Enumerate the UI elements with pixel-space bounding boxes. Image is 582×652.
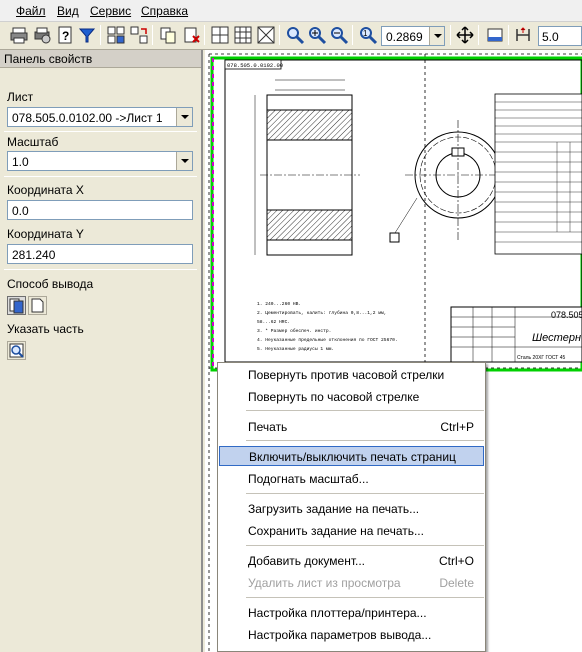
page-icon (31, 298, 44, 313)
pan-icon[interactable] (455, 25, 475, 45)
drawing-part-name: Шестерн (532, 332, 581, 344)
menu-rotate-cw[interactable]: Повернуть по часовой стрелке (219, 387, 484, 407)
page-layout-icon[interactable] (256, 25, 276, 45)
svg-text:1: 1 (363, 29, 368, 38)
pages-icon (9, 298, 24, 314)
arrange-sheets-icon[interactable] (106, 25, 126, 45)
select-part-button[interactable] (7, 341, 26, 360)
sheet-label: Лист (7, 90, 34, 104)
menu-service[interactable]: Сервис (90, 4, 131, 18)
menu-plotter-setup[interactable]: Настройка плоттера/принтера... (219, 603, 484, 623)
zoom-icon[interactable] (285, 25, 305, 45)
scale-label: Масштаб (7, 135, 59, 149)
menu-help[interactable]: Справка (141, 4, 188, 18)
menu-view[interactable]: Вид (57, 4, 79, 18)
output-method-label: Способ вывода (7, 277, 94, 291)
menu-add-document[interactable]: Добавить документ... Ctrl+O (219, 551, 484, 571)
coord-y-input[interactable]: 281.240 (7, 244, 193, 264)
menu-toggle-page-print[interactable]: Включить/выключить печать страниц (219, 446, 484, 466)
menu-save-print-job[interactable]: Сохранить задание на печать... (219, 521, 484, 541)
drawing-designation-rotated: 078.505.0.0102.00 (227, 62, 283, 69)
fit-sheet-icon[interactable] (210, 25, 230, 45)
help-icon[interactable]: ? (55, 25, 75, 45)
step-value-field[interactable]: 5.0 (538, 26, 582, 46)
grid-icon[interactable] (233, 25, 253, 45)
menu-fit-scale[interactable]: Подогнать масштаб... (219, 469, 484, 489)
zoom-value-field[interactable]: 0.2869 (381, 26, 445, 46)
properties-panel: Панель свойств Лист 078.505.0.0102.00 ->… (0, 50, 203, 652)
sheet-select[interactable]: 078.505.0.0102.00 ->Лист 1 (7, 107, 193, 127)
menu-bar: Файл Вид Сервис Справка (0, 0, 582, 22)
zoom-scale-icon[interactable]: 1 (358, 25, 378, 45)
zoom-area-icon (9, 343, 24, 358)
output-page-button[interactable] (28, 296, 47, 315)
chevron-down-icon[interactable] (429, 27, 444, 45)
menu-remove-sheet: Удалить лист из просмотра Delete (248, 576, 474, 590)
drawing-notes: 1. 240...260 НВ. 2. Цементировать, калит… (257, 301, 400, 352)
drawing-designation: 078.505 (551, 310, 582, 320)
menu-output-settings[interactable]: Настройка параметров вывода... (219, 625, 484, 645)
drawing-material: Сталь 20ХГ ГОСТ 45 (517, 355, 566, 361)
coord-y-label: Координата Y (7, 227, 84, 241)
context-menu: Повернуть против часовой стрелки Поверну… (217, 362, 486, 652)
delete-sheet-icon[interactable] (181, 25, 201, 45)
output-all-button[interactable] (7, 296, 26, 315)
chevron-down-icon[interactable] (176, 152, 192, 170)
filter-icon[interactable] (77, 25, 97, 45)
zoom-in-icon[interactable] (307, 25, 327, 45)
select-part-label: Указать часть (7, 322, 84, 336)
panel-title: Панель свойств (0, 50, 201, 68)
menu-load-print-job[interactable]: Загрузить задание на печать... (219, 499, 484, 519)
coord-x-label: Координата X (7, 183, 84, 197)
menu-rotate-ccw[interactable]: Повернуть против часовой стрелки (219, 365, 484, 385)
rotate-sheets-icon[interactable] (129, 25, 149, 45)
toolbar: ? 1 0.2869 5.0 (0, 22, 582, 50)
print-setup-icon[interactable] (32, 25, 52, 45)
zoom-out-icon[interactable] (329, 25, 349, 45)
print-icon[interactable] (9, 25, 29, 45)
layout-icon[interactable] (485, 25, 505, 45)
step-icon[interactable] (513, 25, 533, 45)
copy-icon[interactable] (158, 25, 178, 45)
svg-text:?: ? (62, 29, 69, 43)
scale-select[interactable]: 1.0 (7, 151, 193, 171)
menu-print[interactable]: Печать Ctrl+P (219, 417, 484, 437)
coord-x-input[interactable]: 0.0 (7, 200, 193, 220)
menu-file[interactable]: Файл (16, 4, 46, 18)
chevron-down-icon[interactable] (176, 108, 192, 126)
